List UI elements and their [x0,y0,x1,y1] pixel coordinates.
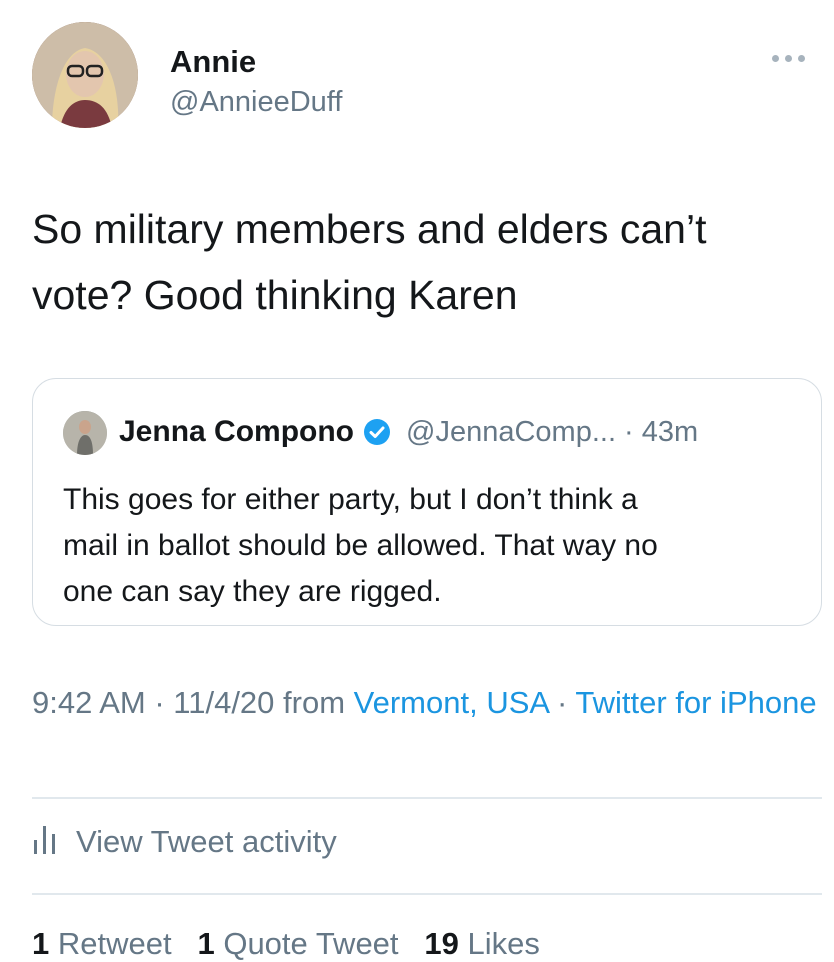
author-name[interactable]: Annie [170,44,256,80]
quote-tweets-stat[interactable]: 1 Quote Tweet [197,926,398,961]
tweet-text-line: So military members and elders can’t [32,206,707,252]
dot [772,54,779,62]
likes-label: Likes [467,926,540,961]
author-handle[interactable]: @AnnieeDuff [170,86,342,119]
likes-stat[interactable]: 19 Likes [424,926,539,961]
quoted-tweet-text: This goes for either party, but I don’t … [63,477,803,615]
more-dots-icon[interactable] [772,48,822,68]
source-link[interactable]: Twitter for iPhone [575,685,816,720]
quoted-header: Jenna Compono @JennaComp... · 43m [119,415,698,449]
retweets-label: Retweet [57,926,172,961]
quoted-handle-time: @JennaComp... · 43m [406,415,699,448]
quoted-text-line: This goes for either party, but I don’t … [63,483,638,516]
author-avatar[interactable] [32,22,138,128]
quoted-text-line: one can say they are rigged. [63,575,442,608]
quoted-tweet-card[interactable]: Jenna Compono @JennaComp... · 43m This g… [32,378,822,626]
quoted-text-line: mail in ballot should be allowed. That w… [63,529,658,562]
view-activity-label: View Tweet activity [76,823,337,859]
divider [32,797,822,799]
tweet-text: So military members and elders can’t vot… [32,196,822,328]
tweet-time-date[interactable]: 9:42 AM · 11/4/20 from [32,685,354,720]
tweet-meta: 9:42 AM · 11/4/20 from Vermont, USA · Tw… [32,680,832,726]
likes-count: 19 [424,926,459,961]
author-avatar-image [32,22,138,128]
quoted-avatar-image [63,411,107,455]
quotes-count: 1 [197,926,215,961]
verified-badge-icon [362,417,392,447]
quoted-author-name: Jenna Compono [119,415,355,448]
retweets-count: 1 [32,926,50,961]
meta-separator: · [548,685,576,720]
tweet-text-line: vote? Good thinking Karen [32,272,518,318]
dot [785,54,792,62]
quoted-author-avatar [63,411,107,455]
divider [32,893,822,895]
dot [798,54,805,62]
tweet-stats: 1 Retweet 1 Quote Tweet 19 Likes [32,926,540,962]
view-activity-button[interactable]: View Tweet activity [32,822,337,861]
retweets-stat[interactable]: 1 Retweet [32,926,172,961]
quotes-label: Quote Tweet [223,926,399,961]
location-link[interactable]: Vermont, USA [354,685,549,720]
bar-chart-icon [32,822,60,861]
